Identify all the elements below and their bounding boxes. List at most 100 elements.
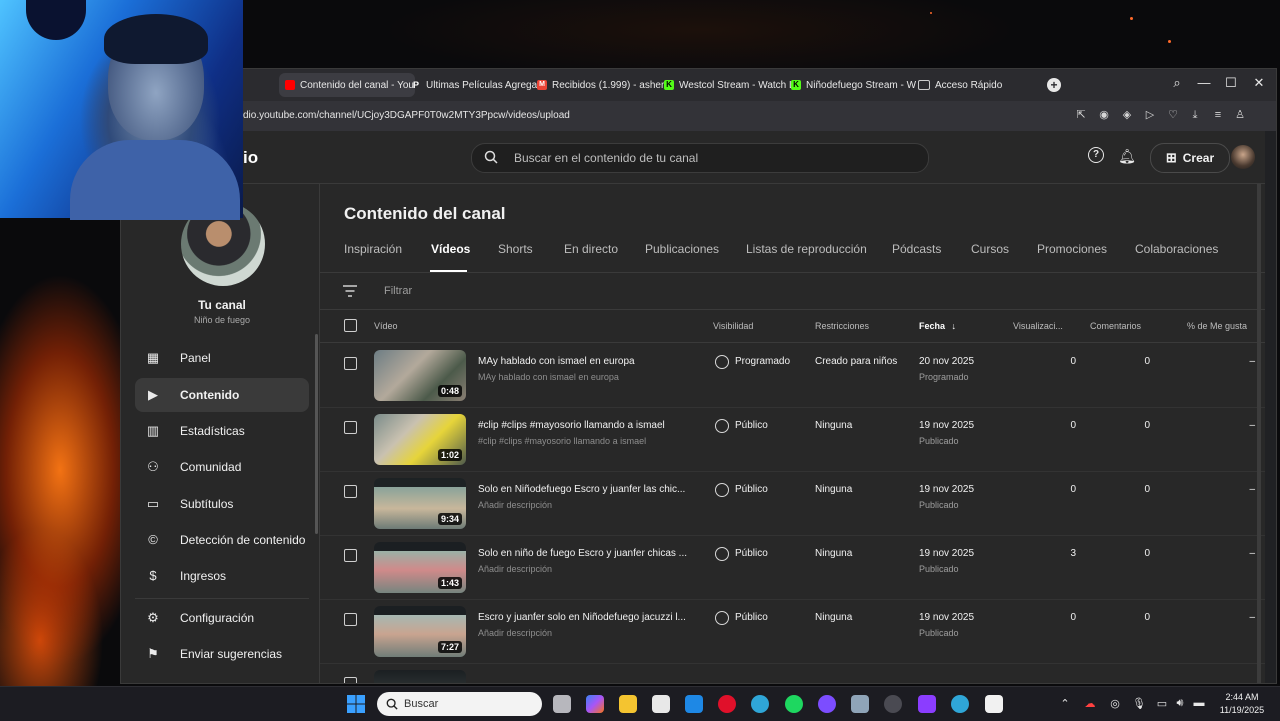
sidebar-item-deteccion[interactable]: © Detección de contenido xyxy=(135,523,309,557)
tab-podcasts[interactable]: Pódcasts xyxy=(892,242,941,256)
new-tab-button[interactable]: + xyxy=(1047,78,1061,92)
shield-icon[interactable]: ◈ xyxy=(1121,109,1133,121)
store-icon[interactable] xyxy=(652,695,670,713)
spotify-icon[interactable] xyxy=(785,695,803,713)
browser-tab[interactable]: Acceso Rápido xyxy=(912,73,1024,97)
table-row[interactable]: 0:48 MAy hablado con ismael en europa MA… xyxy=(320,343,1265,408)
browser-tab[interactable]: Contenido del canal - You xyxy=(279,73,415,97)
tab-listas[interactable]: Listas de reproducción xyxy=(746,242,867,256)
heart-icon[interactable]: ♡ xyxy=(1167,109,1179,121)
table-row[interactable]: 1:02 #clip #clips #mayosorio llamando a … xyxy=(320,407,1265,472)
battery-icon[interactable]: ▬ xyxy=(1192,697,1206,709)
row-checkbox[interactable] xyxy=(344,357,357,370)
video-title[interactable]: MAy hablado con ismael en europa xyxy=(478,356,635,367)
column-comments[interactable]: Comentarios xyxy=(1090,321,1141,331)
filter-icon[interactable] xyxy=(343,285,357,297)
video-thumbnail[interactable]: 1:02 xyxy=(374,414,466,465)
video-description[interactable]: Añadir descripción xyxy=(478,628,552,638)
monitor-icon[interactable]: ▭ xyxy=(1155,697,1169,710)
notifications-bell-icon[interactable]: 🔔︎ xyxy=(1118,147,1136,165)
twitch-icon[interactable] xyxy=(818,695,836,713)
tab-cursos[interactable]: Cursos xyxy=(971,242,1009,256)
sidebar-item-estadisticas[interactable]: ▥ Estadísticas xyxy=(135,414,309,448)
opera-gx-icon[interactable] xyxy=(718,695,736,713)
copilot-icon[interactable] xyxy=(586,695,604,713)
play-icon[interactable]: ▷ xyxy=(1144,109,1156,121)
video-title[interactable]: Solo en niño de fuego Escro y juanfer ch… xyxy=(478,548,687,559)
select-all-checkbox[interactable] xyxy=(344,319,357,332)
row-checkbox[interactable] xyxy=(344,421,357,434)
file-explorer-icon[interactable] xyxy=(619,695,637,713)
column-visibility[interactable]: Visibilidad xyxy=(713,321,753,331)
tab-inspiracion[interactable]: Inspiración xyxy=(344,242,402,256)
browser-search-icon[interactable]: ⌕ xyxy=(1167,75,1187,91)
mail-icon[interactable] xyxy=(685,695,703,713)
address-bar[interactable]: dio.youtube.com/channel/UCjoy3DGAPF0T0w2… xyxy=(121,101,1276,131)
tab-en-directo[interactable]: En directo xyxy=(564,242,618,256)
chevron-up-icon[interactable]: ⌃ xyxy=(1058,697,1072,710)
filter-input[interactable]: Filtrar xyxy=(384,285,412,297)
taskbar-search-input[interactable]: Buscar xyxy=(377,692,542,716)
account-avatar[interactable] xyxy=(1231,145,1255,169)
sidebar-item-contenido[interactable]: ▶ Contenido xyxy=(135,378,309,412)
create-button[interactable]: ⊞ Crear xyxy=(1150,143,1230,173)
video-editor-icon[interactable] xyxy=(918,695,936,713)
share-icon[interactable]: ⇱ xyxy=(1075,109,1087,121)
video-thumbnail[interactable] xyxy=(374,670,466,683)
windows-start-icon[interactable] xyxy=(347,695,365,713)
tab-publicaciones[interactable]: Publicaciones xyxy=(645,242,719,256)
sidebar-item-comunidad[interactable]: ⚇ Comunidad xyxy=(135,450,309,484)
video-title[interactable]: Solo en Niñodefuego Escro y juanfer las … xyxy=(478,484,685,495)
main-scrollbar[interactable] xyxy=(1257,184,1261,683)
taskbar-clock[interactable]: 2:44 AM 11/19/2025 xyxy=(1212,691,1272,717)
video-title[interactable]: Escro y juanfer solo en Niñodefuego jacu… xyxy=(478,612,686,623)
table-row[interactable]: 1:43 Solo en niño de fuego Escro y juanf… xyxy=(320,535,1265,600)
edge-dev-icon[interactable] xyxy=(951,695,969,713)
minimize-icon[interactable]: — xyxy=(1194,75,1214,90)
channel-search-input[interactable]: Buscar en el contenido de tu canal xyxy=(471,143,929,173)
studio-logo[interactable]: io xyxy=(243,148,258,168)
sidebar-item-sugerencias[interactable]: ⚑ Enviar sugerencias xyxy=(135,637,309,671)
browser-tab[interactable]: K Westcol Stream - Watch L xyxy=(658,73,794,97)
edge-icon[interactable] xyxy=(751,695,769,713)
tab-videos[interactable]: Vídeos xyxy=(431,242,470,256)
tab-shorts[interactable]: Shorts xyxy=(498,242,533,256)
sidebar-scrollbar[interactable] xyxy=(315,334,318,534)
visibility-status[interactable]: Público xyxy=(735,420,768,431)
video-description[interactable]: Añadir descripción xyxy=(478,500,552,510)
browser-tab[interactable]: M Recibidos (1.999) - asher. xyxy=(531,73,667,97)
video-thumbnail[interactable]: 0:48 xyxy=(374,350,466,401)
table-row[interactable]: 7:27 Escro y juanfer solo en Niñodefuego… xyxy=(320,599,1265,664)
camera-icon[interactable]: ◉ xyxy=(1098,109,1110,121)
visibility-status[interactable]: Programado xyxy=(735,356,790,367)
close-icon[interactable]: ✕ xyxy=(1249,75,1269,91)
table-row[interactable] xyxy=(320,663,1265,683)
tab-promociones[interactable]: Promociones xyxy=(1037,242,1107,256)
video-thumbnail[interactable]: 9:34 xyxy=(374,478,466,529)
visibility-status[interactable]: Público xyxy=(735,484,768,495)
sidebar-item-subtitulos[interactable]: ▭ Subtítulos xyxy=(135,487,309,521)
profile-icon[interactable]: ♙ xyxy=(1234,109,1246,121)
tray-app-icon[interactable]: ☁ xyxy=(1083,697,1097,710)
sidebar-item-ingresos[interactable]: $ Ingresos xyxy=(135,559,309,593)
video-thumbnail[interactable]: 1:43 xyxy=(374,542,466,593)
tab-colaboraciones[interactable]: Colaboraciones xyxy=(1135,242,1218,256)
help-icon[interactable]: ? xyxy=(1088,147,1104,163)
url-text[interactable]: dio.youtube.com/channel/UCjoy3DGAPF0T0w2… xyxy=(243,110,570,121)
row-checkbox[interactable] xyxy=(344,549,357,562)
video-title[interactable]: #clip #clips #mayosorio llamando a ismae… xyxy=(478,420,665,431)
column-date[interactable]: Fecha ↓ xyxy=(919,321,956,331)
volume-icon[interactable]: 🔊︎ xyxy=(1173,697,1187,710)
video-thumbnail[interactable]: 7:27 xyxy=(374,606,466,657)
tray-sync-icon[interactable]: ◎ xyxy=(1108,697,1122,710)
microphone-icon[interactable]: 🎙︎ xyxy=(1132,697,1146,710)
maximize-icon[interactable]: ☐ xyxy=(1221,75,1241,91)
browser-tab[interactable]: K Niñodefuego Stream - W xyxy=(785,73,921,97)
browser-tab[interactable]: P Ultimas Películas Agregad xyxy=(405,73,541,97)
column-likes[interactable]: % de Me gusta xyxy=(1187,321,1247,331)
settings-icon[interactable] xyxy=(851,695,869,713)
sidebar-item-configuracion[interactable]: ⚙ Configuración xyxy=(135,601,309,635)
table-row[interactable]: 9:34 Solo en Niñodefuego Escro y juanfer… xyxy=(320,471,1265,536)
row-checkbox[interactable] xyxy=(344,677,357,683)
filter-bar[interactable]: Filtrar xyxy=(320,273,1265,310)
